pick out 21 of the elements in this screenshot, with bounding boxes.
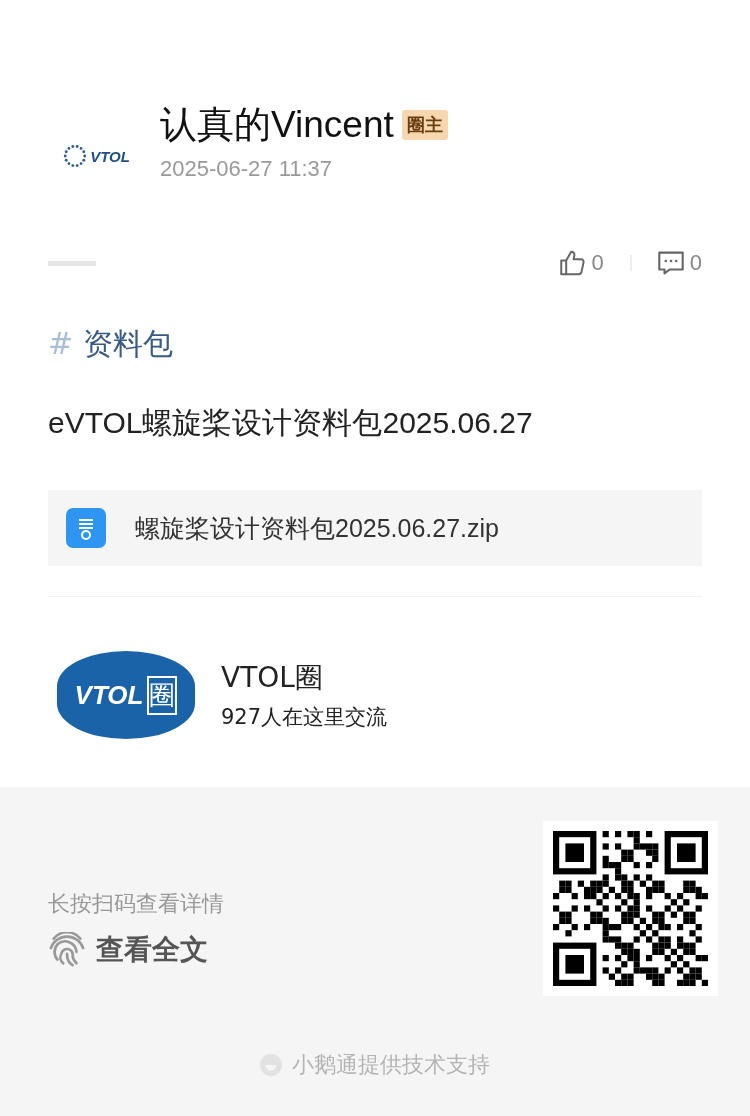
dotted-ring-icon xyxy=(62,143,89,169)
comment-icon xyxy=(657,250,684,276)
logo-mark: 圈 xyxy=(147,675,178,715)
member-count: 927人在这里交流 xyxy=(221,704,388,731)
author-name[interactable]: 认真的Vincent xyxy=(160,100,394,150)
comment-count: 0 xyxy=(689,250,702,276)
group-name: VTOL圈 xyxy=(221,660,324,696)
owner-badge: 圈主 xyxy=(401,110,448,140)
post-time: 2025-06-27 11:37 xyxy=(160,156,334,182)
post-text: eVTOL螺旋桨设计资料包2025.06.27 xyxy=(48,405,534,441)
like-count: 0 xyxy=(591,250,604,276)
file-icon xyxy=(66,508,106,548)
logo-text: VTOL xyxy=(74,679,144,711)
thumbs-up-icon xyxy=(559,250,586,276)
view-full-text-link[interactable]: 查看全文 xyxy=(48,930,224,969)
fingerprint-icon xyxy=(48,931,86,968)
file-attachment[interactable]: 螺旋桨设计资料包2025.06.27.zip xyxy=(48,490,702,566)
credit-text: 小鹅通提供技术支持 xyxy=(292,1051,490,1079)
logo-text: VTOL xyxy=(90,147,130,165)
scan-hint: 长按扫码查看详情 xyxy=(48,889,224,918)
topic-tag[interactable]: # 资料包 xyxy=(48,324,173,365)
